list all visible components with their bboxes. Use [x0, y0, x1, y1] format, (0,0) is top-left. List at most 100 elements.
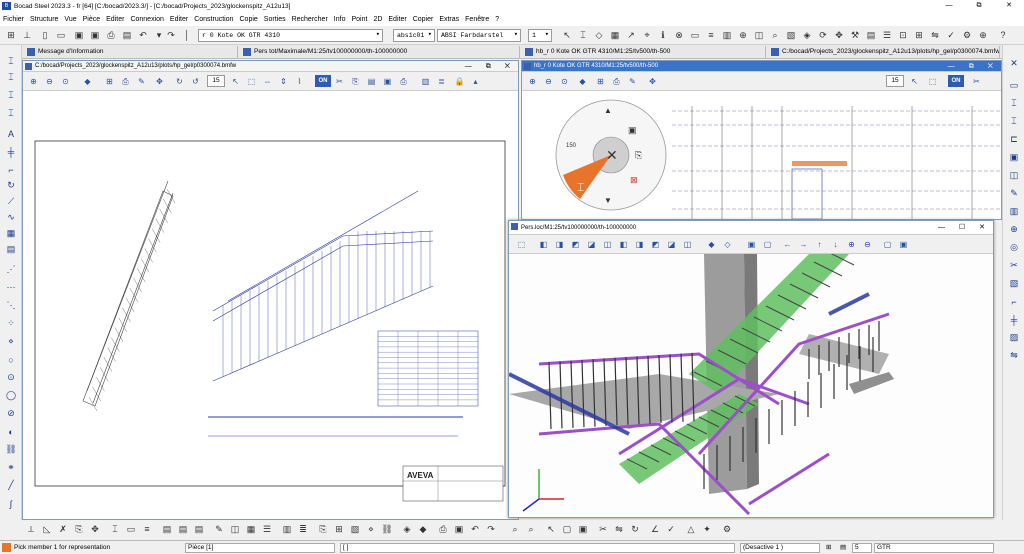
plan-trim-icon[interactable]: ✂	[970, 75, 983, 88]
table-view-icon[interactable]: ▤	[365, 75, 378, 88]
bottom-beam-icon[interactable]: ≡	[140, 522, 154, 536]
pers-cube-front-icon[interactable]: ◧	[537, 238, 550, 251]
menu-info[interactable]: Info	[334, 16, 346, 23]
incline-icon[interactable]: ⟋	[4, 195, 18, 208]
print-view-icon[interactable]: ⎙	[119, 75, 132, 88]
arrow-up-icon[interactable]: ↑	[813, 238, 826, 251]
binoculars-icon[interactable]: ⌕	[508, 522, 522, 536]
angle-icon[interactable]: A	[4, 127, 18, 140]
perspective-canvas[interactable]	[509, 254, 993, 516]
pers-cube-iso-icon[interactable]: ◨	[633, 238, 646, 251]
bottom-stack-icon[interactable]: ≣	[296, 522, 310, 536]
point-icon[interactable]: ⋯	[4, 281, 18, 294]
bottom-move-icon[interactable]: ✥	[88, 522, 102, 536]
drawing-window-controls[interactable]: — ⧉ ✕	[465, 61, 516, 71]
radial-member-icon[interactable]: ⌶	[577, 180, 584, 194]
bottom-settings-icon[interactable]: ⚙	[720, 522, 734, 536]
arrow-left-icon[interactable]: ←	[781, 238, 794, 251]
bottom-table-icon[interactable]: ▥	[280, 522, 294, 536]
save-view-icon[interactable]: ▣	[381, 75, 394, 88]
image-r-icon[interactable]: ▨	[1007, 331, 1021, 344]
redo-icon[interactable]: ↷	[164, 28, 178, 42]
bottom-cube-icon[interactable]: ◈	[400, 522, 414, 536]
bottom-undo-icon[interactable]: ↶	[468, 522, 482, 536]
pers-cube-wire-icon[interactable]: ◇	[721, 238, 734, 251]
iso-view-icon[interactable]: ◆	[81, 75, 94, 88]
bolt-r-icon[interactable]: ⊕	[1007, 223, 1021, 236]
cube-icon[interactable]: ◈	[800, 28, 814, 42]
pers-cube-all-icon[interactable]: ◫	[681, 238, 694, 251]
plate-r-icon[interactable]: ▭	[1007, 79, 1021, 92]
plan-pan-icon[interactable]: ✥	[646, 75, 659, 88]
rail-r-icon[interactable]: ╪	[1007, 313, 1021, 326]
line-icon[interactable]: ╱	[4, 479, 18, 492]
bottom-angle-icon[interactable]: ∠	[648, 522, 662, 536]
grid-v-icon[interactable]: ▦	[4, 227, 18, 240]
pers-cube-left-icon[interactable]: ◫	[601, 238, 614, 251]
open-folder-icon[interactable]: ▭	[54, 28, 68, 42]
profile-r-icon[interactable]: ⊏	[1007, 133, 1021, 146]
radial-plate-icon[interactable]: ▣	[628, 125, 637, 135]
menu-piece[interactable]: Pièce	[83, 16, 101, 23]
hatch-v-icon[interactable]: ▤	[4, 243, 18, 256]
list-icon[interactable]: ☰	[880, 28, 894, 42]
bottom-doc2-icon[interactable]: ▤	[176, 522, 190, 536]
status-lock-icon[interactable]: ▤	[840, 543, 846, 553]
plan-pen-icon[interactable]: ✎	[626, 75, 639, 88]
menu-vue[interactable]: Vue	[64, 16, 76, 23]
pers-cube-side-icon[interactable]: ◩	[569, 238, 582, 251]
stairs-r-icon[interactable]: ⌐	[1007, 295, 1021, 308]
pers-zoom-out-icon[interactable]: ⊖	[861, 238, 874, 251]
sidebar-close-icon[interactable]: ✕	[1007, 57, 1021, 70]
grid2-icon[interactable]: ⊞	[912, 28, 926, 42]
layer-icon[interactable]: ▧	[784, 28, 798, 42]
bottom-pick-icon[interactable]: ↖	[544, 522, 558, 536]
wave-icon[interactable]: ∿	[4, 211, 18, 224]
undo-icon[interactable]: ↶	[136, 28, 150, 42]
bottom-edit-icon[interactable]: ✎	[212, 522, 226, 536]
drawing-canvas[interactable]: AVEVA	[23, 91, 518, 519]
bottom-member-icon[interactable]: ⌶	[108, 522, 122, 536]
bottom-tri-icon[interactable]: △	[684, 522, 698, 536]
pin-icon[interactable]: ⊥	[20, 28, 34, 42]
bolt-icon[interactable]: ⊕	[736, 28, 750, 42]
pers-box1-icon[interactable]: ▢	[881, 238, 894, 251]
hatch-icon[interactable]: ▦	[608, 28, 622, 42]
plan-zoom-in-icon[interactable]: ⊕	[526, 75, 539, 88]
measure-view-icon[interactable]: ⇔	[261, 75, 274, 88]
pick-icon[interactable]: ↖	[560, 28, 574, 42]
pers-cube-view-icon[interactable]: ◪	[665, 238, 678, 251]
menu-fichier[interactable]: Fichier	[3, 16, 24, 23]
bottom-link-icon[interactable]: ⛓	[380, 522, 394, 536]
radial-view-icon[interactable]: ▼	[604, 196, 612, 205]
spline-icon[interactable]: ∫	[4, 497, 18, 510]
point-diag-icon[interactable]: ⋱	[4, 299, 18, 312]
rotate-ccw-icon[interactable]: ↺	[189, 75, 202, 88]
beam-r-icon[interactable]: ⌶	[1007, 115, 1021, 128]
arrow-icon[interactable]: ↗	[624, 28, 638, 42]
bottom-layer-icon[interactable]: ▧	[348, 522, 362, 536]
layer-field[interactable]: abs1c01	[393, 29, 435, 42]
menu-editer-2[interactable]: Editer	[170, 16, 188, 23]
stair-icon[interactable]: ⌐	[4, 163, 18, 176]
bottom-hatch-icon[interactable]: ▦	[244, 522, 258, 536]
bottom-copy2-icon[interactable]: ⎘	[316, 522, 330, 536]
mirror-icon[interactable]: ⇋	[928, 28, 942, 42]
number-field[interactable]: 1	[528, 29, 552, 42]
menu-help[interactable]: ?	[495, 16, 499, 23]
on-toggle-button[interactable]: ON	[315, 75, 331, 87]
perspective-window-controls[interactable]: — ☐ ✕	[938, 221, 991, 234]
rotate-icon[interactable]: ⟳	[816, 28, 830, 42]
plan-iso-icon[interactable]: ◆	[576, 75, 589, 88]
menu-point[interactable]: Point	[351, 16, 367, 23]
menu-extras[interactable]: Extras	[439, 16, 459, 23]
bottom-save-icon[interactable]: ▣	[452, 522, 466, 536]
bottom-list-icon[interactable]: ☰	[260, 522, 274, 536]
radius-icon[interactable]: ◐	[4, 425, 18, 438]
plate-icon[interactable]: ▭	[688, 28, 702, 42]
bottom-star-icon[interactable]: ✦	[700, 522, 714, 536]
menu-sorties[interactable]: Sorties	[264, 16, 286, 23]
radial-delete-icon[interactable]: ⊠	[630, 175, 638, 185]
cursor-icon[interactable]: ⌖	[640, 28, 654, 42]
bottom-doc3-icon[interactable]: ▤	[192, 522, 206, 536]
